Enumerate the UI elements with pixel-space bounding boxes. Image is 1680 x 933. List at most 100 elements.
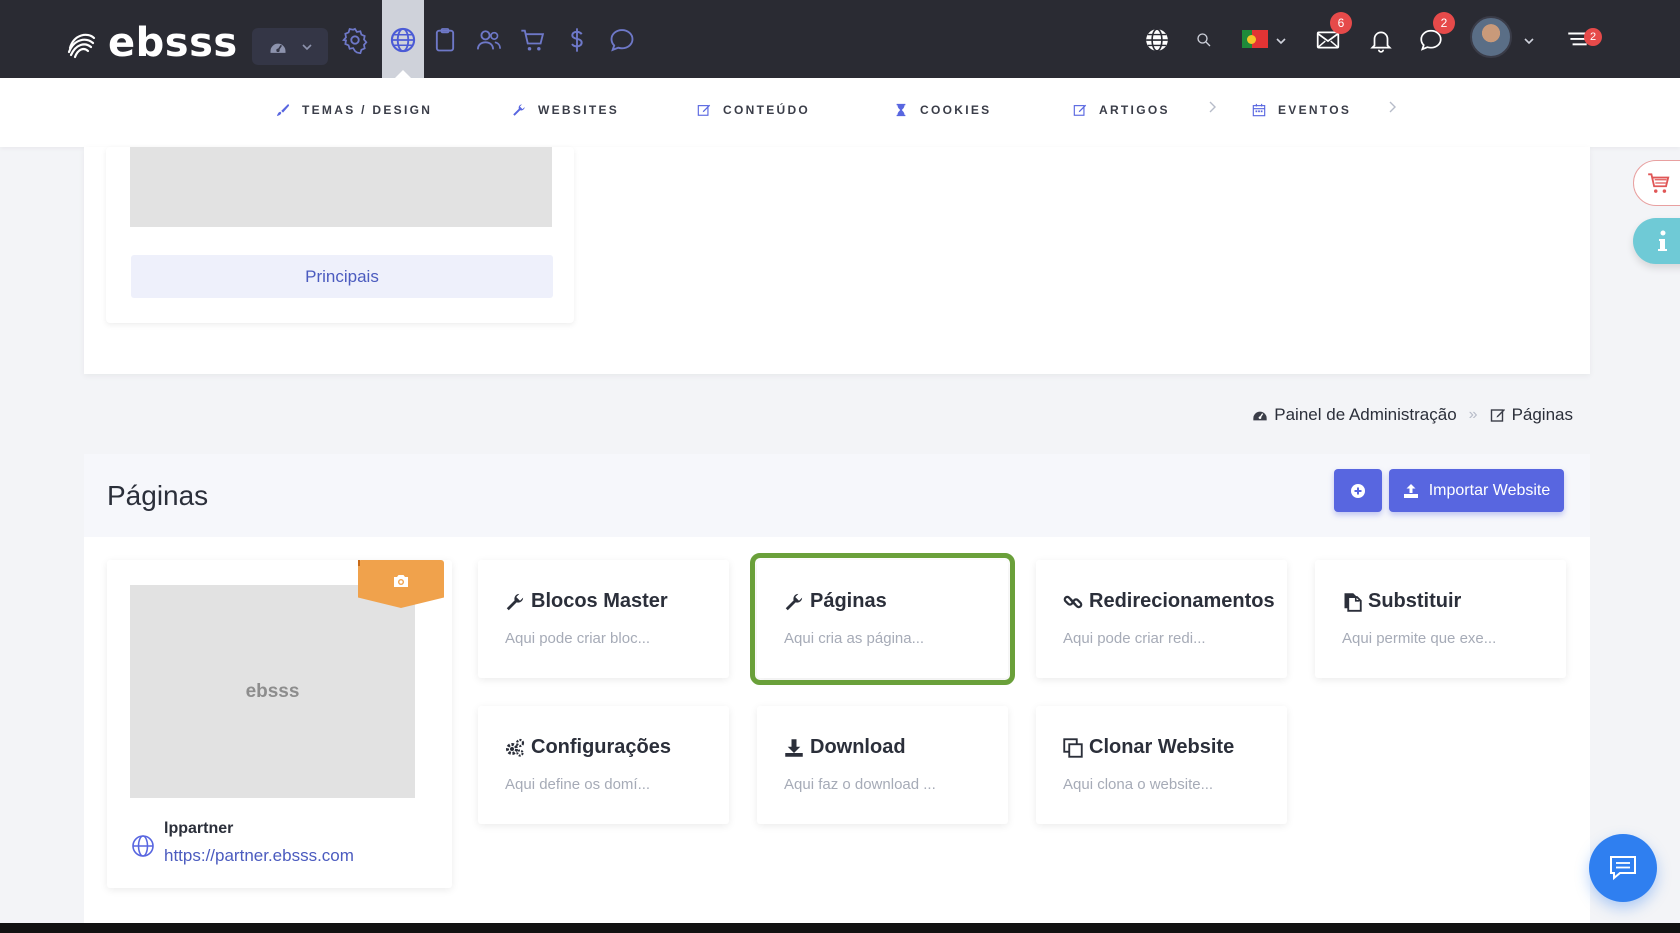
comments-button[interactable]: 2 — [1413, 12, 1455, 58]
clone-icon — [1063, 737, 1083, 758]
subnav-websites[interactable]: WEBSITES — [512, 103, 619, 117]
language-flag[interactable] — [1242, 30, 1268, 48]
tile-clonar-website[interactable]: Clonar Website Aqui clona o website... — [1036, 706, 1287, 824]
plus-circle-icon — [1351, 483, 1365, 498]
subnav-label: CONTEÚDO — [723, 103, 811, 117]
language-globe-button[interactable] — [1139, 22, 1175, 58]
subnav-label: TEMAS / DESIGN — [302, 103, 433, 117]
tile-description: Aqui faz o download ... — [784, 776, 936, 793]
chevron-right-icon — [1209, 101, 1216, 113]
tile-blocos-master[interactable]: Blocos Master Aqui pode criar bloc... — [478, 560, 729, 678]
logo-icon — [67, 33, 96, 59]
mail-button[interactable]: 6 — [1310, 12, 1352, 58]
breadcrumb-separator: » — [1468, 406, 1478, 423]
tile-title: Clonar Website — [1063, 736, 1234, 759]
subnav-artigos-chevron[interactable] — [1207, 100, 1217, 114]
subnav-conteudo[interactable]: CONTEÚDO — [697, 103, 810, 117]
brand-name: ebsss — [108, 20, 238, 66]
website-url-link[interactable]: https://partner.ebsss.com — [164, 846, 354, 866]
cart-icon — [1648, 173, 1670, 193]
wrench-icon — [513, 104, 525, 116]
user-menu-caret[interactable] — [1524, 33, 1534, 45]
tile-title: Redirecionamentos — [1063, 590, 1275, 613]
website-thumbnail-text: ebsss — [245, 680, 300, 702]
wrench-icon — [785, 593, 803, 610]
bottom-edge — [0, 923, 1680, 933]
theme-thumbnail — [130, 147, 552, 227]
copy-icon — [1344, 592, 1362, 612]
bell-icon — [1370, 31, 1392, 53]
finance-nav-button[interactable] — [559, 22, 595, 58]
cogs-icon — [506, 738, 525, 757]
floating-info-button[interactable] — [1633, 218, 1680, 264]
dashboard-icon — [270, 43, 286, 53]
themes-card: Principais — [84, 147, 1590, 374]
tile-configuracoes[interactable]: Configurações Aqui define os domí... — [478, 706, 729, 824]
subnav-cookies[interactable]: COOKIES — [894, 103, 991, 117]
gear-icon — [342, 27, 368, 54]
subnav-artigos[interactable]: ARTIGOS — [1073, 103, 1170, 117]
tile-redirecionamentos[interactable]: Redirecionamentos Aqui pode criar redi..… — [1036, 560, 1287, 678]
wrench-icon — [506, 593, 524, 610]
menu-badge: 2 — [1584, 28, 1602, 46]
user-avatar[interactable] — [1470, 16, 1512, 58]
cart-icon — [521, 29, 545, 51]
support-chat-button[interactable] — [1589, 834, 1657, 902]
principais-button[interactable]: Principais — [131, 255, 553, 298]
tile-title-text: Clonar Website — [1089, 736, 1235, 758]
users-nav-button[interactable] — [471, 22, 507, 58]
website-thumbnail[interactable]: ebsss — [130, 585, 415, 798]
import-website-button[interactable]: Importar Website — [1389, 469, 1564, 512]
edit-icon — [697, 104, 711, 116]
tile-description: Aqui pode criar bloc... — [505, 630, 651, 647]
theme-preview-card: Principais — [106, 147, 574, 323]
edit-icon — [1073, 104, 1087, 116]
subnav-label: COOKIES — [920, 103, 992, 117]
tile-title: Páginas — [784, 590, 887, 613]
side-menu-button[interactable]: 2 — [1560, 22, 1602, 58]
comments-badge: 2 — [1433, 12, 1455, 34]
chevron-down-icon — [1276, 38, 1286, 45]
website-card: ebsss lppartner https://partner.ebsss.co… — [107, 560, 452, 888]
dashboard-dropdown[interactable] — [252, 28, 328, 65]
hourglass-icon — [896, 103, 906, 117]
tile-download[interactable]: Download Aqui faz o download ... — [757, 706, 1008, 824]
dashboard-icon — [1253, 411, 1267, 421]
subnav-eventos[interactable]: EVENTOS — [1252, 103, 1351, 117]
settings-nav-button[interactable] — [337, 22, 373, 58]
import-website-label: Importar Website — [1428, 481, 1551, 499]
add-page-button[interactable] — [1334, 469, 1382, 512]
tile-paginas[interactable]: Páginas Aqui cria as página... — [750, 553, 1015, 685]
websites-nav-button[interactable] — [385, 22, 421, 58]
tile-title-text: Blocos Master — [531, 590, 668, 612]
breadcrumb-home-label: Painel de Administração — [1274, 405, 1457, 424]
subnav-label: WEBSITES — [538, 103, 620, 117]
website-name: lppartner — [164, 820, 234, 837]
notifications-button[interactable] — [1363, 22, 1399, 58]
messages-nav-button[interactable] — [604, 22, 640, 58]
floating-cart-button[interactable] — [1633, 160, 1680, 206]
breadcrumb-home[interactable]: Painel de Administração — [1252, 405, 1457, 425]
website-globe — [131, 834, 155, 858]
clipboard-nav-button[interactable] — [427, 22, 463, 58]
shop-nav-button[interactable] — [515, 22, 551, 58]
breadcrumb: Painel de Administração » Páginas — [1252, 405, 1573, 425]
tile-substituir[interactable]: Substituir Aqui permite que exe... — [1315, 560, 1566, 678]
info-icon — [1658, 230, 1667, 251]
subnav-temas-design[interactable]: TEMAS / DESIGN — [276, 103, 432, 117]
tile-title: Blocos Master — [505, 590, 668, 613]
brand-logo[interactable]: ebsss — [64, 20, 238, 66]
globe-icon — [390, 27, 416, 53]
language-caret[interactable] — [1276, 33, 1286, 45]
tile-description: Aqui pode criar redi... — [1063, 630, 1206, 647]
tile-description: Aqui cria as página... — [784, 630, 925, 647]
download-icon — [785, 738, 803, 757]
pages-panel-header: Páginas Importar Website — [84, 454, 1590, 537]
subnav-eventos-chevron[interactable] — [1387, 100, 1397, 114]
upload-icon — [1403, 483, 1418, 498]
search-button[interactable] — [1186, 22, 1222, 58]
subnav-label: EVENTOS — [1278, 103, 1352, 117]
globe-icon — [132, 835, 154, 857]
top-navbar: ebsss 6 2 2 — [0, 0, 1680, 79]
tile-title-text: Redirecionamentos — [1089, 590, 1275, 612]
